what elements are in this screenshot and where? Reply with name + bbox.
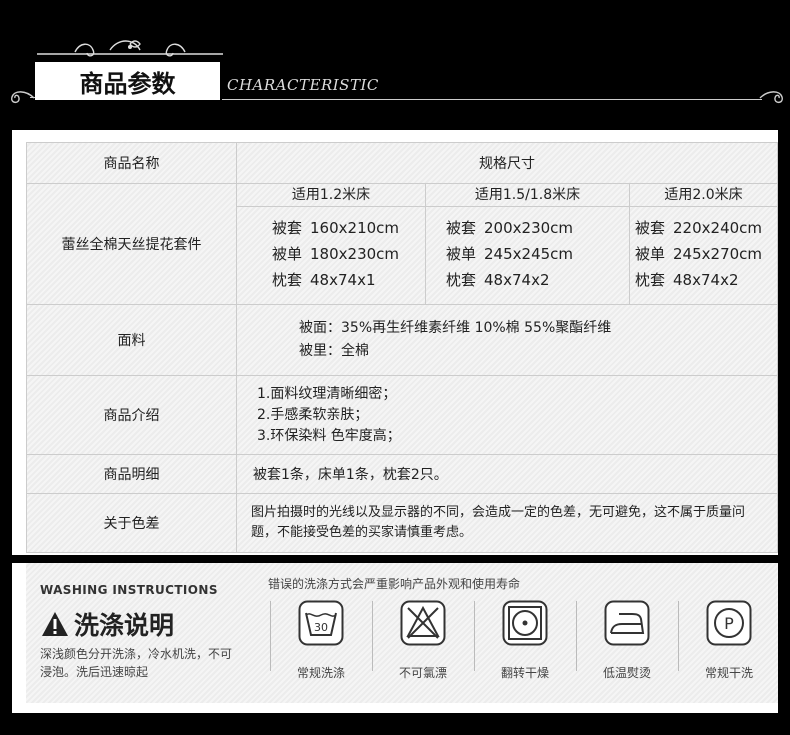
size-key: 被单 [272,245,303,263]
wash-label: 常规干洗 [704,666,753,680]
intro-label: 商品介绍 [26,375,237,455]
fabric-cell: 被面：35%再生纤维素纤维 10%棉 55%聚酯纤维 被里：全棉 [236,304,778,376]
header-rule-right [222,99,762,100]
name-header: 商品名称 [26,142,237,184]
size-key: 被套 [635,219,666,237]
fabric-line: 被面：35%再生纤维素纤维 10%棉 55%聚酯纤维 [299,320,612,336]
table-row: 商品明细 被套1条，床单1条，枕套2只。 [26,454,778,494]
size-value: 245x270cm [673,245,763,263]
low-iron-icon [604,600,650,646]
size-key: 枕套 [272,271,303,289]
header-banner: 商品参数 CHARACTERISTIC [0,0,790,130]
ornament-left-icon [11,91,35,104]
fabric-label: 面料 [26,304,237,376]
spec-header: 规格尺寸 [236,142,778,184]
size-key: 枕套 [635,271,666,289]
page-subtitle: CHARACTERISTIC [227,76,379,94]
wash-inner: WASHING INSTRUCTIONS 洗涤说明 深浅颜色分开洗涤，冷水机洗，… [26,563,778,703]
size-value: 200x230cm [484,219,574,237]
size-column-3: 适用2.0米床 被套 220x240cm 被单 245x270cm 枕套 48x74x… [630,184,777,304]
ornament-right-icon [759,91,783,104]
wash-item: 不可氯漂 [388,600,458,681]
wash-label: 不可氯漂 [398,666,447,680]
warning-icon [42,612,68,636]
detail-cell: 被套1条，床单1条，枕套2只。 [236,454,778,494]
spec-table: 商品名称 规格尺寸 蕾丝全棉天丝提花套件 适用1.2米床 被套 160x210cm… [26,142,778,553]
color-cell: 图片拍摄时的光线以及显示器的不同，会造成一定的色差，无可避免，这不属于质量问题，… [236,493,778,553]
spec-panel: 商品名称 规格尺寸 蕾丝全棉天丝提花套件 适用1.2米床 被套 160x210cm… [12,130,778,555]
detail-label: 商品明细 [26,454,237,494]
table-row: 关于色差 图片拍摄时的光线以及显示器的不同，会造成一定的色差，无可避免，这不属于… [26,493,778,553]
size-cell: 适用1.2米床 被套 160x210cm 被单 180x230cm 枕套 48x74x… [236,183,778,305]
wash-item: 低温熨烫 [592,600,662,681]
size-header: 适用2.0米床 [630,184,777,207]
size-header: 适用1.5/1.8米床 [426,184,629,207]
wash-label: 低温熨烫 [602,666,651,680]
ornament-top-icon [37,40,223,57]
table-row: 面料 被面：35%再生纤维素纤维 10%棉 55%聚酯纤维 被里：全棉 [26,304,778,376]
size-value: 220x240cm [673,219,763,237]
wash-title-cn: 洗涤说明 [74,611,175,640]
product-name: 蕾丝全棉天丝提花套件 [26,183,237,305]
size-key: 被单 [635,245,666,263]
size-value: 48x74x1 [310,271,376,289]
fabric-line: 被里：全棉 [299,343,369,359]
divider [372,601,373,671]
size-value: 48x74x2 [484,271,550,289]
wash-label: 常规洗涤 [296,666,345,680]
wash-item: 30 常规洗涤 [286,600,356,681]
wash-item: 翻转干燥 [490,600,560,681]
wash-warning: 错误的洗涤方式会严重影响产品外观和使用寿命 [268,577,521,591]
wash-30-icon: 30 [298,600,344,646]
divider [678,601,679,671]
wash-note: 深浅颜色分开洗涤，冷水机洗，不可浸泡。洗后迅速晾起 [40,647,233,679]
wash-title-en: WASHING INSTRUCTIONS [40,583,218,597]
size-value: 48x74x2 [673,271,739,289]
divider [474,601,475,671]
divider [576,601,577,671]
tumble-dry-icon [502,600,548,646]
dry-clean-icon: P [706,600,752,646]
color-label: 关于色差 [26,493,237,553]
intro-line: 3.环保染料 色牢度高； [257,427,401,444]
wash-temp: 30 [314,621,328,634]
size-key: 被单 [446,245,477,263]
size-key: 枕套 [446,271,477,289]
intro-line: 1.面料纹理清晰细密； [257,385,397,402]
color-text: 图片拍摄时的光线以及显示器的不同，会造成一定的色差，无可避免，这不属于质量问题，… [251,505,746,540]
size-column-2: 适用1.5/1.8米床 被套 200x230cm 被单 245x245cm 枕套 48… [426,184,630,304]
size-value: 245x245cm [484,245,574,263]
table-row: 商品名称 规格尺寸 [26,142,778,184]
intro-cell: 1.面料纹理清晰细密； 2.手感柔软亲肤； 3.环保染料 色牢度高； [236,375,778,455]
size-columns: 适用1.2米床 被套 160x210cm 被单 180x230cm 枕套 48x74x… [237,184,777,304]
no-bleach-icon [400,600,446,646]
size-key: 被套 [272,219,303,237]
size-value: 160x210cm [310,219,400,237]
detail-text: 被套1条，床单1条，枕套2只。 [253,467,448,483]
intro-line: 2.手感柔软亲肤； [257,406,369,423]
wash-item: P 常规干洗 [694,600,764,681]
dry-clean-letter: P [724,614,734,633]
table-row: 商品介绍 1.面料纹理清晰细密； 2.手感柔软亲肤； 3.环保染料 色牢度高； [26,375,778,455]
size-value: 180x230cm [310,245,400,263]
table-row: 蕾丝全棉天丝提花套件 适用1.2米床 被套 160x210cm 被单 180x230… [26,183,778,305]
page-title: 商品参数 [35,62,220,100]
size-header: 适用1.2米床 [237,184,425,207]
size-column-1: 适用1.2米床 被套 160x210cm 被单 180x230cm 枕套 48x74x… [237,184,426,304]
size-key: 被套 [446,219,477,237]
wash-label: 翻转干燥 [500,666,549,680]
wash-panel: WASHING INSTRUCTIONS 洗涤说明 深浅颜色分开洗涤，冷水机洗，… [12,563,778,713]
divider [270,601,271,671]
